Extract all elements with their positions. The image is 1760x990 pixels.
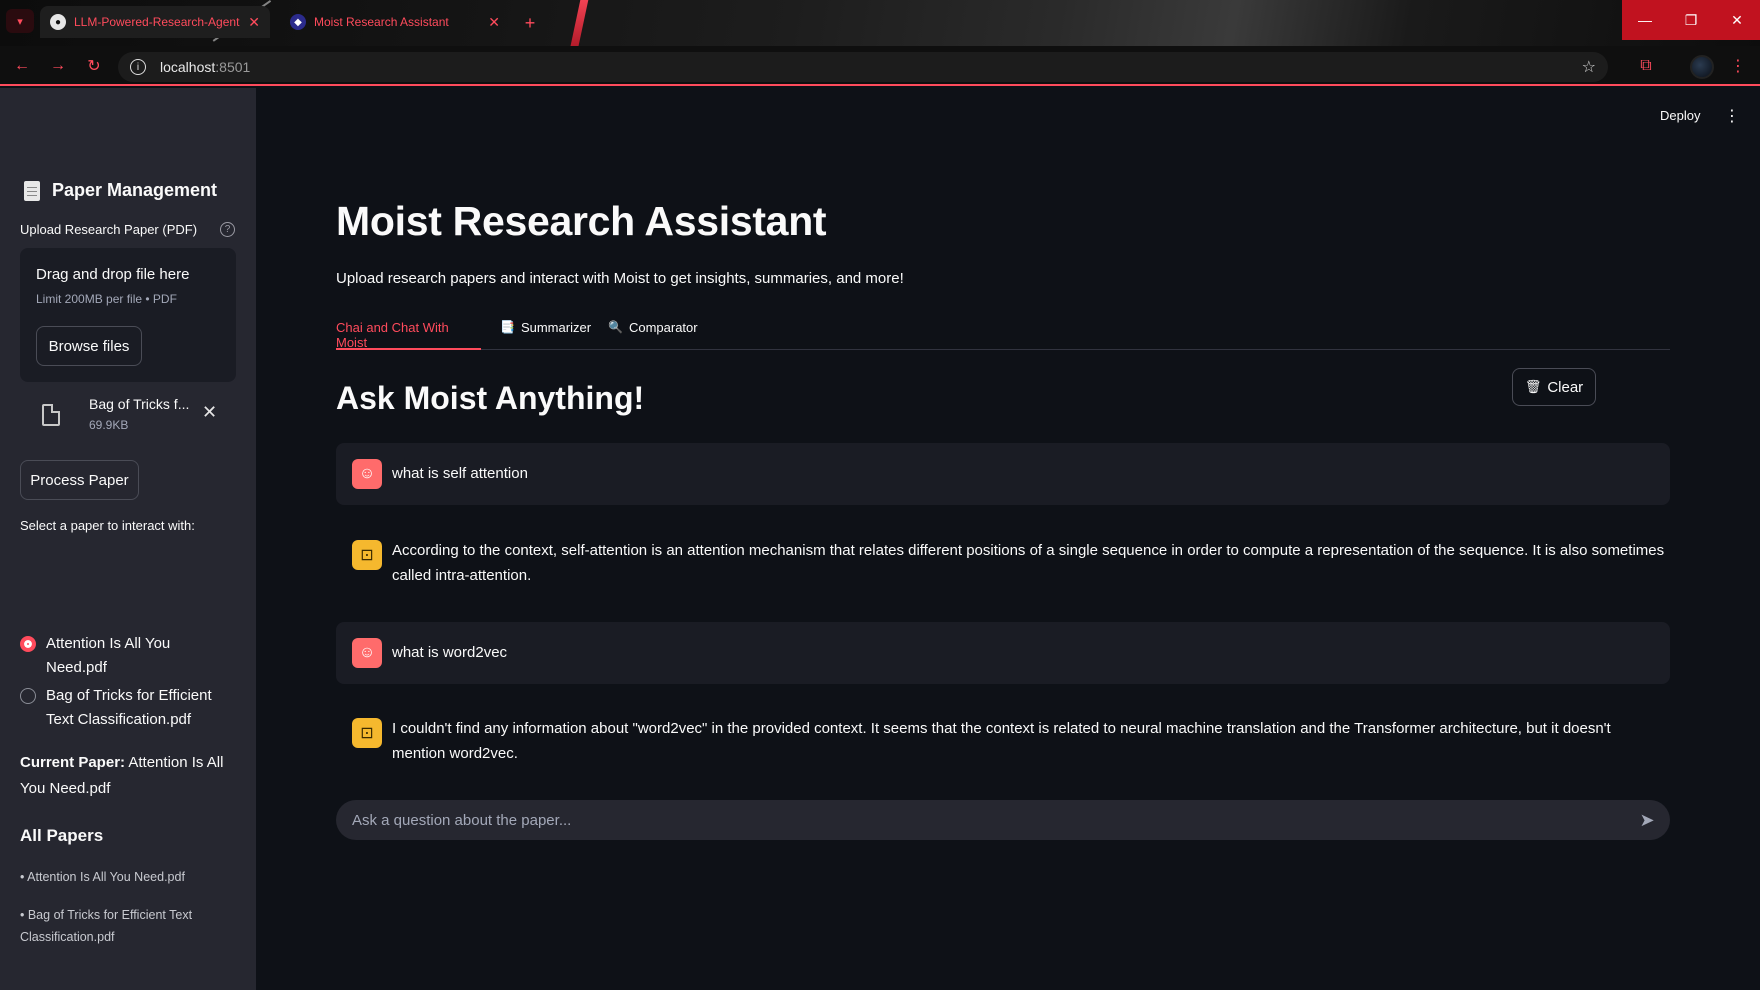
bookmark-star-icon[interactable]: ☆ bbox=[1582, 57, 1596, 77]
chat-message-assistant: ⊡ I couldn't find any information about … bbox=[336, 706, 1670, 776]
dropzone-limit: Limit 200MB per file • PDF bbox=[36, 292, 177, 306]
current-paper: Current Paper: Attention Is All You Need… bbox=[20, 750, 230, 802]
tab-search-icon[interactable]: ▾ bbox=[6, 9, 34, 33]
chat-message-assistant: ⊡ According to the context, self-attenti… bbox=[336, 528, 1670, 598]
address-bar-row: ← → ↻ i localhost:8501 ☆ ⧉ ⋮ bbox=[0, 46, 1760, 86]
forward-arrow-icon[interactable]: → bbox=[46, 54, 70, 78]
url-bar[interactable]: i localhost:8501 ☆ bbox=[118, 52, 1608, 82]
tab-summarizer[interactable]: 📑 Summarizer bbox=[500, 318, 591, 350]
chat-input[interactable] bbox=[352, 800, 1612, 840]
file-icon bbox=[42, 404, 60, 426]
section-title: Ask Moist Anything! bbox=[336, 380, 645, 416]
app-menu-kebab-icon[interactable]: ⋮ bbox=[1724, 106, 1740, 126]
reload-icon[interactable]: ↻ bbox=[82, 54, 106, 78]
remove-file-close-icon[interactable]: ✕ bbox=[202, 402, 217, 423]
new-tab-plus-icon[interactable]: + bbox=[518, 11, 542, 35]
streamlit-icon: ◆ bbox=[290, 14, 306, 30]
robot-avatar-icon: ⊡ bbox=[352, 718, 382, 748]
current-paper-label: Current Paper: bbox=[20, 754, 126, 771]
tab-title: LLM-Powered-Research-Agent bbox=[74, 15, 240, 29]
uploaded-file: Bag of Tricks f... 69.9KB ✕ bbox=[42, 394, 222, 438]
sidebar: Paper Management Upload Research Paper (… bbox=[0, 88, 256, 990]
window-close-icon[interactable]: ✕ bbox=[1714, 0, 1760, 40]
profile-avatar[interactable] bbox=[1690, 55, 1714, 79]
page-title: Moist Research Assistant bbox=[336, 198, 827, 244]
clear-label: Clear bbox=[1547, 378, 1584, 396]
minimize-icon[interactable]: — bbox=[1622, 0, 1668, 40]
browser-tab-strip: ▾ ● LLM-Powered-Research-Agent ✕ ◆ Moist… bbox=[0, 0, 1760, 46]
radio-selected-icon[interactable] bbox=[20, 636, 36, 652]
user-avatar-icon: ☺ bbox=[352, 459, 382, 489]
paper-radio-attention[interactable]: Attention Is All You Need.pdf bbox=[20, 632, 230, 680]
tab-label: Summarizer bbox=[520, 320, 592, 335]
tab-label: Chai and Chat With Moist bbox=[336, 320, 449, 350]
message-text: what is word2vec bbox=[392, 644, 508, 661]
radio-unselected-icon[interactable] bbox=[20, 688, 36, 704]
radio-label: Bag of Tricks for Efficient Text Classif… bbox=[46, 687, 212, 728]
url-port: :8501 bbox=[215, 59, 251, 75]
tab-chat[interactable]: Chai and Chat With Moist bbox=[336, 318, 481, 350]
magnifier-icon: 🔍 bbox=[608, 320, 623, 334]
process-paper-button[interactable]: Process Paper bbox=[20, 460, 139, 500]
restore-icon[interactable]: ❐ bbox=[1668, 0, 1714, 40]
select-paper-label: Select a paper to interact with: bbox=[20, 518, 195, 533]
radio-label: Attention Is All You Need.pdf bbox=[46, 635, 171, 676]
browser-tab-app[interactable]: ◆ Moist Research Assistant ✕ bbox=[280, 6, 510, 38]
tab-title: Moist Research Assistant bbox=[314, 15, 449, 29]
paper-radio-bag-of-tricks[interactable]: Bag of Tricks for Efficient Text Classif… bbox=[20, 684, 230, 732]
file-dropzone[interactable]: Drag and drop file here Limit 200MB per … bbox=[20, 248, 236, 382]
chat-message-user: ☺ what is self attention bbox=[336, 443, 1670, 505]
uploaded-file-size: 69.9KB bbox=[89, 418, 129, 432]
paper-list-item: • Bag of Tricks for Efficient Text Class… bbox=[20, 908, 193, 944]
clear-button[interactable]: 🗑 Clear bbox=[1512, 368, 1596, 406]
trash-icon: 🗑 bbox=[1524, 379, 1542, 394]
message-text: According to the context, self-attention… bbox=[392, 542, 1665, 584]
bookmark-tabs-icon: 📑 bbox=[500, 320, 515, 334]
github-icon: ● bbox=[50, 14, 66, 30]
user-avatar-icon: ☺ bbox=[352, 638, 382, 668]
sidebar-title-text: Paper Management bbox=[52, 180, 218, 200]
close-icon[interactable]: ✕ bbox=[488, 14, 500, 31]
message-text: I couldn't find any information about "w… bbox=[392, 720, 1611, 762]
dropzone-title: Drag and drop file here bbox=[36, 266, 190, 283]
browse-files-button[interactable]: Browse files bbox=[36, 326, 142, 366]
site-info-icon[interactable]: i bbox=[130, 59, 146, 75]
url-host: localhost bbox=[160, 59, 216, 75]
chat-input-container: ➤ bbox=[336, 800, 1670, 840]
send-arrow-icon[interactable]: ➤ bbox=[1636, 809, 1658, 831]
sidebar-title: Paper Management bbox=[24, 180, 217, 201]
back-arrow-icon[interactable]: ← bbox=[10, 54, 34, 78]
tab-label: Comparator bbox=[628, 320, 698, 335]
tab-comparator[interactable]: 🔍 Comparator bbox=[608, 318, 698, 350]
help-question-icon[interactable]: ? bbox=[220, 222, 235, 237]
robot-avatar-icon: ⊡ bbox=[352, 540, 382, 570]
main-tabs: Chai and Chat With Moist 📑 Summarizer 🔍 … bbox=[336, 318, 1670, 350]
all-papers-heading: All Papers bbox=[20, 826, 104, 845]
deploy-button[interactable]: Deploy bbox=[1660, 108, 1700, 123]
document-icon bbox=[24, 180, 40, 201]
paper-list-item: • Attention Is All You Need.pdf bbox=[20, 870, 185, 884]
uploaded-file-name: Bag of Tricks f... bbox=[89, 396, 190, 412]
browser-menu-kebab-icon[interactable]: ⋮ bbox=[1730, 56, 1746, 76]
upload-label: Upload Research Paper (PDF) bbox=[20, 222, 198, 237]
close-icon[interactable]: ✕ bbox=[248, 14, 260, 31]
message-text: what is self attention bbox=[392, 465, 528, 482]
chat-message-user: ☺ what is word2vec bbox=[336, 622, 1670, 684]
extensions-puzzle-icon[interactable]: ⧉ bbox=[1636, 56, 1656, 76]
page-subtitle: Upload research papers and interact with… bbox=[336, 270, 904, 287]
window-controls: — ❐ ✕ bbox=[1622, 0, 1760, 40]
browser-tab-github[interactable]: ● LLM-Powered-Research-Agent ✕ bbox=[40, 6, 270, 38]
